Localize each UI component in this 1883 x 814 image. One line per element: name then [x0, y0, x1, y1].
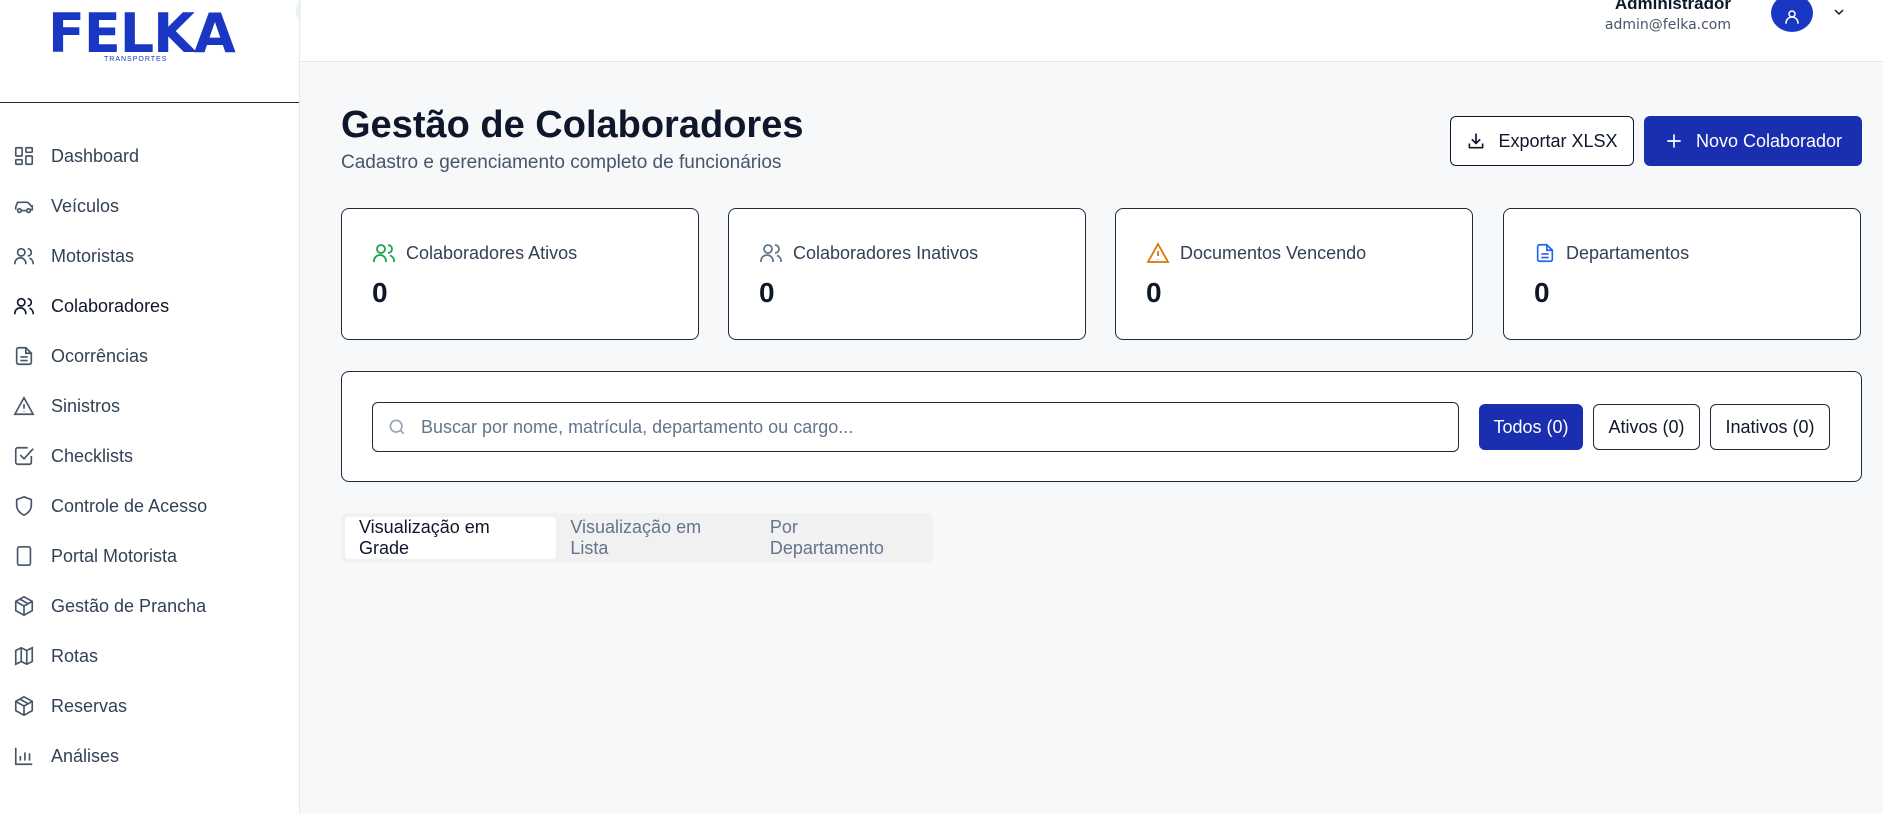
stat-label: Colaboradores Ativos: [406, 242, 578, 263]
search-box[interactable]: [372, 402, 1459, 452]
sidebar-item-label: Ocorrências: [51, 345, 149, 366]
new-label: Novo Colaborador: [1695, 130, 1843, 151]
avatar[interactable]: [1771, 0, 1813, 32]
top-header: Administrador admin@felka.com: [301, 0, 1883, 62]
brand-logo[interactable]: FELKA TRANSPORTES: [0, 0, 299, 103]
export-label: Exportar XLSX: [1498, 130, 1618, 151]
tab-grade[interactable]: Visualização em Grade: [345, 517, 557, 559]
plus-icon: [1664, 131, 1684, 151]
dashboard-icon: [12, 144, 36, 168]
user-email: admin@felka.com: [1604, 17, 1731, 33]
sidebar-item-label: Colaboradores: [51, 295, 170, 316]
filter-ativos-button[interactable]: Ativos (0): [1593, 404, 1700, 450]
sidebar-item-label: Análises: [51, 745, 120, 766]
stat-card-inativos: Colaboradores Inativos 0: [728, 208, 1086, 340]
sidebar-item-label: Dashboard: [51, 145, 140, 166]
stat-value: 0: [372, 277, 388, 308]
package-icon: [12, 594, 36, 618]
bar-chart-icon: [12, 744, 36, 768]
sidebar-item-sinistros[interactable]: Sinistros: [0, 381, 300, 431]
sidebar-nav: Dashboard Veículos Motoristas Colaborado…: [0, 131, 300, 781]
filter-card: Todos (0) Ativos (0) Inativos (0): [341, 371, 1862, 482]
sidebar-item-portal-motorista[interactable]: Portal Motorista: [0, 531, 300, 581]
file-text-icon: [1534, 241, 1556, 265]
stat-card-ativos: Colaboradores Ativos 0: [341, 208, 699, 340]
sidebar-item-ocorrencias[interactable]: Ocorrências: [0, 331, 300, 381]
download-icon: [1466, 131, 1486, 151]
sidebar-item-label: Controle de Acesso: [51, 495, 208, 516]
sidebar-item-label: Gestão de Prancha: [51, 595, 207, 616]
stat-value: 0: [1534, 277, 1550, 308]
page-subtitle: Cadastro e gerenciamento completo de fun…: [341, 152, 782, 173]
sidebar-item-checklists[interactable]: Checklists: [0, 431, 300, 481]
chevron-down-icon[interactable]: [1831, 4, 1847, 20]
sidebar-item-controle-acesso[interactable]: Controle de Acesso: [0, 481, 300, 531]
user-icon: [1783, 8, 1801, 26]
tablet-icon: [12, 544, 36, 568]
search-icon: [387, 417, 407, 437]
stat-card-departamentos: Departamentos 0: [1503, 208, 1861, 340]
file-text-icon: [12, 344, 36, 368]
sidebar-item-label: Portal Motorista: [51, 545, 178, 566]
shield-icon: [12, 494, 36, 518]
sidebar-item-rotas[interactable]: Rotas: [0, 631, 300, 681]
sidebar-item-label: Motoristas: [51, 245, 135, 266]
filter-inativos-button[interactable]: Inativos (0): [1710, 404, 1830, 450]
sidebar-item-label: Rotas: [51, 645, 99, 666]
map-icon: [12, 644, 36, 668]
sidebar-item-label: Reservas: [51, 695, 128, 716]
user-name: Administrador: [1614, 0, 1731, 13]
sidebar-item-analises[interactable]: Análises: [0, 731, 300, 781]
brand-tagline: TRANSPORTES: [104, 56, 168, 63]
sidebar-item-colaboradores[interactable]: Colaboradores: [0, 281, 300, 331]
sidebar: FELKA TRANSPORTES Dashboard Veículos Mot…: [0, 0, 300, 814]
view-tabs: Visualização em Grade Visualização em Li…: [341, 513, 933, 563]
stat-label: Colaboradores Inativos: [793, 242, 979, 263]
alert-triangle-icon: [12, 394, 36, 418]
new-colaborador-button[interactable]: Novo Colaborador: [1644, 116, 1862, 166]
page-title: Gestão de Colaboradores: [341, 104, 804, 146]
package-icon: [12, 694, 36, 718]
check-square-icon: [12, 444, 36, 468]
stat-label: Documentos Vencendo: [1180, 242, 1367, 263]
export-xlsx-button[interactable]: Exportar XLSX: [1450, 116, 1634, 166]
sidebar-item-gestao-prancha[interactable]: Gestão de Prancha: [0, 581, 300, 631]
stat-value: 0: [759, 277, 775, 308]
tab-departamento[interactable]: Por Departamento: [756, 517, 929, 559]
alert-triangle-icon: [1146, 241, 1170, 265]
filter-todos-button[interactable]: Todos (0): [1479, 404, 1583, 450]
stat-card-documentos: Documentos Vencendo 0: [1115, 208, 1473, 340]
sidebar-item-label: Checklists: [51, 445, 134, 466]
sidebar-item-dashboard[interactable]: Dashboard: [0, 131, 300, 181]
tab-lista[interactable]: Visualização em Lista: [556, 517, 756, 559]
users-icon: [12, 244, 36, 268]
users-icon: [759, 241, 783, 265]
sidebar-item-label: Sinistros: [51, 395, 121, 416]
sidebar-item-label: Veículos: [51, 195, 120, 216]
sidebar-item-reservas[interactable]: Reservas: [0, 681, 300, 731]
sidebar-item-veiculos[interactable]: Veículos: [0, 181, 300, 231]
users-icon: [372, 241, 396, 265]
users-icon: [12, 294, 36, 318]
stat-label: Departamentos: [1566, 242, 1690, 263]
sidebar-item-motoristas[interactable]: Motoristas: [0, 231, 300, 281]
search-input[interactable]: [421, 416, 1421, 438]
stat-value: 0: [1146, 277, 1162, 308]
car-icon: [12, 194, 36, 218]
